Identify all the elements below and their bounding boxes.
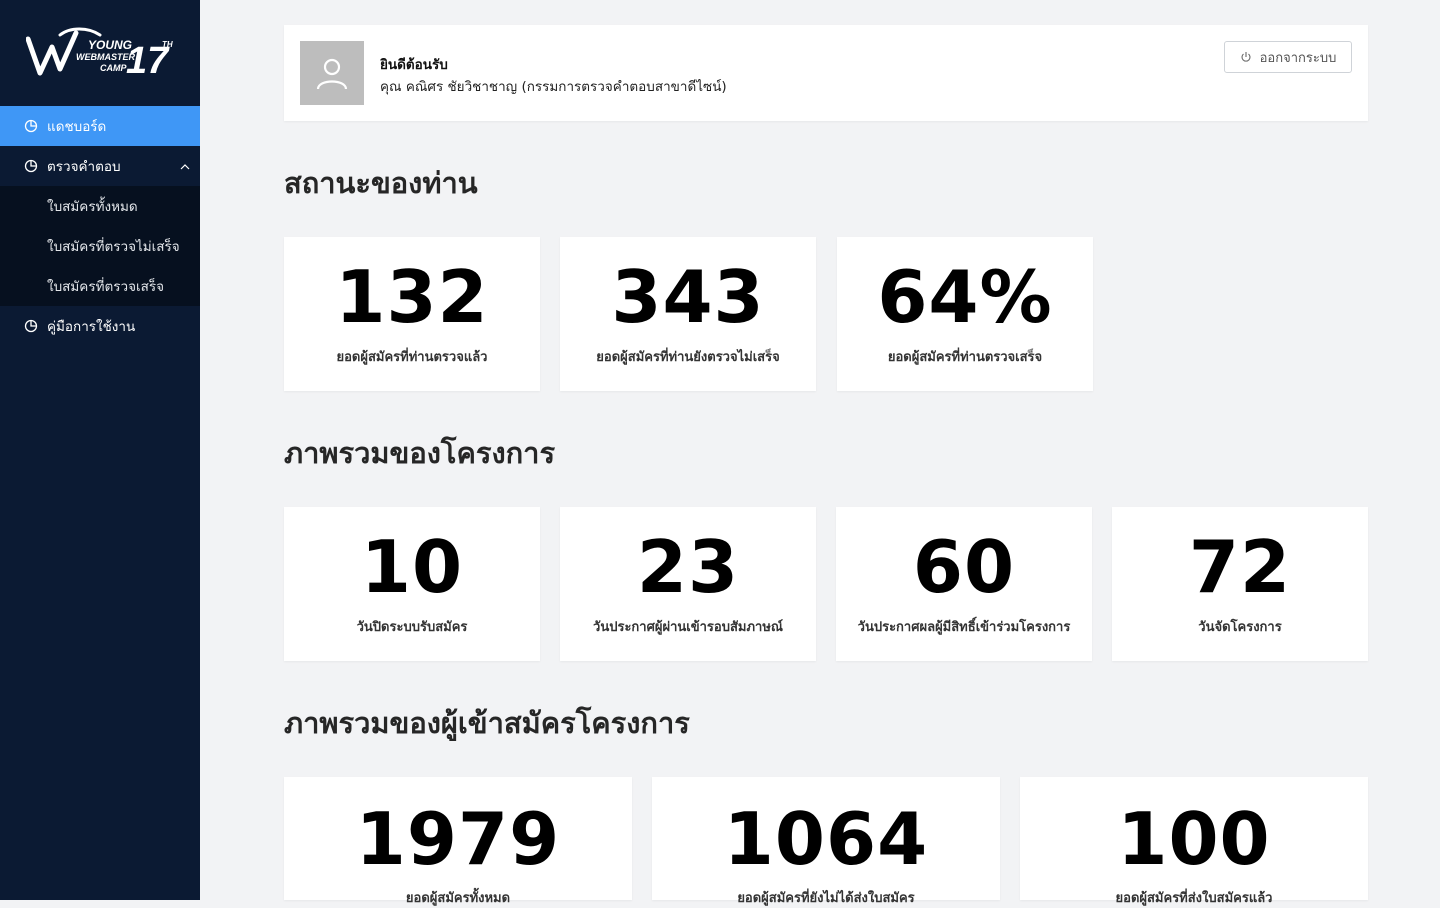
- section-title-status: สถานะของท่าน: [284, 166, 478, 200]
- stat-label: ยอดผู้สมัครที่ยังไม่ได้ส่งใบสมัคร: [737, 891, 915, 906]
- logout-label: ออกจากระบบ: [1259, 50, 1337, 66]
- stat-value: 100: [1117, 797, 1271, 881]
- stat-label: ยอดผู้สมัครที่ท่านยังตรวจไม่เสร็จ: [596, 350, 780, 365]
- stat-value: 1064: [723, 797, 929, 881]
- sidebar: YOUNG WEBMASTER CAMP 17 TH แดชบอร์ด ตรวจ…: [0, 0, 200, 900]
- section-title-applicants: ภาพรวมของผู้เข้าสมัครโครงการ: [284, 706, 690, 740]
- avatar: [300, 41, 364, 105]
- stat-value: 10: [360, 525, 464, 609]
- stat-label: วันปิดระบบรับสมัคร: [356, 620, 468, 635]
- stat-label: วันจัดโครงการ: [1198, 620, 1282, 635]
- stat-card: 23 วันประกาศผู้ผ่านเข้ารอบสัมภาษณ์: [560, 507, 816, 661]
- pie-chart-icon: [24, 319, 38, 333]
- user-icon: [316, 58, 348, 90]
- svg-text:TH: TH: [162, 40, 173, 49]
- stat-card: 64% ยอดผู้สมัครที่ท่านตรวจเสร็จ: [837, 237, 1093, 391]
- stat-card: 72 วันจัดโครงการ: [1112, 507, 1368, 661]
- stat-label: วันประกาศผู้ผ่านเข้ารอบสัมภาษณ์: [593, 620, 783, 635]
- stat-label: ยอดผู้สมัครที่ท่านตรวจแล้ว: [336, 350, 488, 365]
- stat-value: 1979: [355, 797, 561, 881]
- stat-label: ยอดผู้สมัครทั้งหมด: [405, 891, 511, 906]
- stat-value: 343: [611, 255, 765, 339]
- welcome-title: ยินดีต้อนรับ: [380, 57, 448, 73]
- power-icon: [1240, 51, 1252, 63]
- sidebar-item-label: ใบสมัครที่ตรวจเสร็จ: [47, 279, 165, 295]
- review-submenu: ใบสมัครทั้งหมด ใบสมัครที่ตรวจไม่เสร็จ ใบ…: [0, 186, 200, 306]
- stat-card: 1979 ยอดผู้สมัครทั้งหมด: [284, 777, 632, 906]
- pie-chart-icon: [24, 159, 38, 173]
- logo[interactable]: YOUNG WEBMASTER CAMP 17 TH: [0, 0, 200, 106]
- pie-chart-icon: [24, 119, 38, 133]
- sidebar-item-user-manual[interactable]: คู่มือการใช้งาน: [0, 306, 200, 346]
- logout-button[interactable]: ออกจากระบบ: [1224, 41, 1352, 73]
- stat-value: 64%: [877, 255, 1053, 339]
- ywc-logo-icon: YOUNG WEBMASTER CAMP 17 TH: [26, 27, 173, 81]
- stat-label: วันประกาศผลผู้มีสิทธิ์เข้าร่วมโครงการ: [857, 620, 1071, 635]
- sidebar-item-label: แดชบอร์ด: [47, 119, 107, 135]
- sidebar-item-completed-applications[interactable]: ใบสมัครที่ตรวจเสร็จ: [0, 266, 200, 306]
- welcome-panel: ยินดีต้อนรับ คุณ คณิศร ชัยวิชาชาญ (กรรมก…: [284, 25, 1368, 121]
- sidebar-item-label: ตรวจคำตอบ: [47, 159, 121, 175]
- stat-value: 60: [912, 525, 1016, 609]
- sidebar-item-dashboard[interactable]: แดชบอร์ด: [0, 106, 200, 146]
- sidebar-item-review-answers[interactable]: ตรวจคำตอบ: [0, 146, 200, 186]
- stat-card: 1064 ยอดผู้สมัครที่ยังไม่ได้ส่งใบสมัคร: [652, 777, 1000, 906]
- svg-text:CAMP: CAMP: [100, 63, 127, 73]
- stat-card: 132 ยอดผู้สมัครที่ท่านตรวจแล้ว: [284, 237, 540, 391]
- sidebar-item-incomplete-applications[interactable]: ใบสมัครที่ตรวจไม่เสร็จ: [0, 226, 200, 266]
- user-name: คุณ คณิศร ชัยวิชาชาญ (กรรมการตรวจคำตอบสา…: [380, 79, 727, 95]
- stat-value: 72: [1188, 525, 1292, 609]
- sidebar-item-label: ใบสมัครที่ตรวจไม่เสร็จ: [47, 239, 180, 255]
- stat-card: 60 วันประกาศผลผู้มีสิทธิ์เข้าร่วมโครงการ: [836, 507, 1092, 661]
- stat-value: 23: [636, 525, 740, 609]
- sidebar-item-all-applications[interactable]: ใบสมัครทั้งหมด: [0, 186, 200, 226]
- stat-label: ยอดผู้สมัครที่ท่านตรวจเสร็จ: [887, 350, 1043, 365]
- stat-card: 10 วันปิดระบบรับสมัคร: [284, 507, 540, 661]
- sidebar-item-label: ใบสมัครทั้งหมด: [47, 199, 138, 215]
- chevron-up-icon[interactable]: [180, 160, 190, 170]
- stat-card: 100 ยอดผู้สมัครที่ส่งใบสมัครแล้ว: [1020, 777, 1368, 906]
- stat-value: 132: [335, 255, 489, 339]
- stat-card: 343 ยอดผู้สมัครที่ท่านยังตรวจไม่เสร็จ: [560, 237, 816, 391]
- sidebar-item-label: คู่มือการใช้งาน: [47, 319, 136, 335]
- stat-label: ยอดผู้สมัครที่ส่งใบสมัครแล้ว: [1115, 891, 1273, 906]
- section-title-project: ภาพรวมของโครงการ: [284, 436, 556, 470]
